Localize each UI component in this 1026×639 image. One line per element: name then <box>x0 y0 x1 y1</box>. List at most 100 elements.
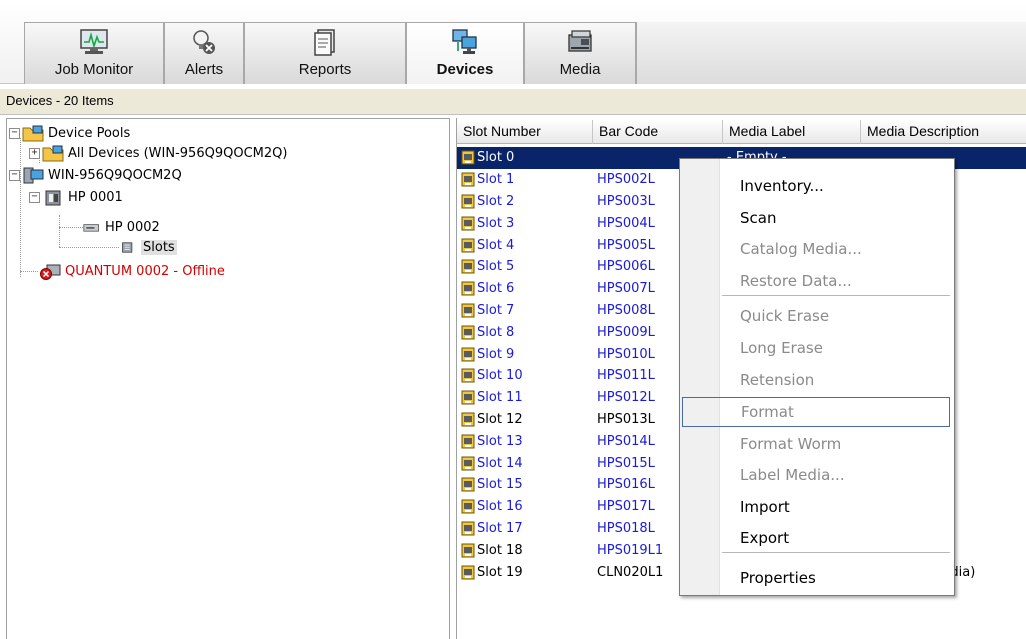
menu-item-inventory[interactable]: Inventory... <box>720 171 952 201</box>
slot-number-text: Slot 7 <box>477 303 515 318</box>
menu-item-format[interactable]: Format <box>682 397 950 427</box>
column-header-media-label[interactable]: Media Label <box>723 120 861 144</box>
expand-toggle[interactable]: + <box>29 147 40 159</box>
slot-number-cell: Slot 0 <box>457 147 593 169</box>
tape-slot-icon <box>461 347 475 362</box>
tree-node-quantum-offline[interactable]: QUANTUM 0002 - Offline <box>39 261 225 281</box>
menu-item-quick-erase[interactable]: Quick Erase <box>720 301 952 331</box>
tab-label: Job Monitor <box>54 61 134 78</box>
tape-slot-icon <box>461 172 475 187</box>
slot-number-text: Slot 0 <box>477 150 515 166</box>
slot-number-cell: Slot 10 <box>457 365 593 387</box>
tab-media[interactable]: Media <box>524 22 636 84</box>
tab-alerts[interactable]: Alerts <box>164 22 244 84</box>
tab-label: Reports <box>298 61 352 78</box>
tab-devices[interactable]: Devices <box>406 22 524 84</box>
tape-slot-icon <box>461 390 475 405</box>
column-header-media-description[interactable]: Media Description <box>861 120 1026 144</box>
slot-number-cell: Slot 9 <box>457 343 593 365</box>
tape-slot-icon <box>461 368 475 383</box>
slot-number-text: Slot 2 <box>477 194 515 209</box>
collapse-toggle[interactable]: − <box>29 191 40 203</box>
tree-node-server[interactable]: − WIN-956Q9QOCM2Q <box>9 165 182 185</box>
tape-slot-icon <box>461 543 475 558</box>
tape-slot-icon <box>461 499 475 514</box>
tape-slot-icon <box>461 150 475 165</box>
collapse-toggle[interactable]: − <box>9 127 20 139</box>
tape-slot-icon <box>461 194 475 209</box>
tree-connector <box>59 227 83 228</box>
menu-item-properties[interactable]: Properties <box>720 563 952 593</box>
library-icon <box>45 190 61 205</box>
slot-number-text: Slot 3 <box>477 215 515 231</box>
tab-job-monitor[interactable]: Job Monitor <box>24 22 164 84</box>
tape-drive-icon <box>83 223 99 232</box>
slot-number-cell: Slot 1 <box>457 169 593 191</box>
slot-number-cell: Slot 15 <box>457 474 593 496</box>
tree-node-label: WIN-956Q9QOCM2Q <box>48 167 182 183</box>
tree-node-label: HP 0001 <box>68 189 123 205</box>
slot-number-text: Slot 10 <box>477 368 523 384</box>
tree-connector <box>59 247 119 248</box>
slot-number-cell: Slot 12 <box>457 409 593 431</box>
tree-node-all-devices[interactable]: + All Devices (WIN-956Q9QOCM2Q) <box>29 143 287 163</box>
collapse-toggle[interactable]: − <box>9 169 20 181</box>
tape-slot-icon <box>461 216 475 231</box>
menu-separator <box>722 552 950 553</box>
slot-number-cell: Slot 11 <box>457 387 593 409</box>
menu-item-retension[interactable]: Retension <box>720 365 952 395</box>
tree-node-hp-0002[interactable]: HP 0002 <box>83 217 160 237</box>
slots-icon <box>122 241 133 253</box>
tree-connector <box>20 271 38 272</box>
device-tree[interactable]: − Device Pools + All Devices (WIN-956Q9Q… <box>6 118 450 639</box>
folder-icon <box>42 145 64 161</box>
slot-number-cell: Slot 13 <box>457 430 593 452</box>
grid-header: Slot Number Bar Code Media Label Media D… <box>457 120 1026 144</box>
slot-number-text: Slot 18 <box>477 542 523 558</box>
main-toolbar: Job Monitor Alerts Reports Devices Media <box>0 0 1026 84</box>
slot-number-text: Slot 6 <box>477 281 515 297</box>
slot-number-cell: Slot 5 <box>457 256 593 278</box>
toolbar-filler <box>636 22 1026 84</box>
tape-slot-icon <box>461 412 475 427</box>
tape-slot-icon <box>461 259 475 274</box>
slot-number-cell: Slot 19 <box>457 561 593 583</box>
menu-item-catalog-media[interactable]: Catalog Media... <box>720 234 952 264</box>
tree-node-hp-0001[interactable]: − HP 0001 <box>29 187 123 207</box>
menu-item-restore-data[interactable]: Restore Data... <box>720 266 952 296</box>
server-icon <box>23 167 44 183</box>
slot-number-cell: Slot 14 <box>457 452 593 474</box>
column-header-slot-number[interactable]: Slot Number <box>457 120 593 144</box>
slot-number-text: Slot 11 <box>477 390 523 406</box>
column-header-bar-code[interactable]: Bar Code <box>593 120 723 144</box>
menu-item-format-worm[interactable]: Format Worm <box>720 429 952 459</box>
tree-node-device-pools[interactable]: − Device Pools <box>9 123 130 143</box>
folder-icon <box>22 125 44 141</box>
slot-number-text: Slot 9 <box>477 346 515 362</box>
slot-number-text: Slot 16 <box>477 499 523 515</box>
tree-node-slots[interactable]: Slots <box>121 237 177 257</box>
menu-item-export[interactable]: Export <box>720 523 952 553</box>
menu-item-import[interactable]: Import <box>720 492 952 522</box>
tree-connector <box>59 215 60 247</box>
tape-slot-icon <box>461 456 475 471</box>
menu-item-label-media[interactable]: Label Media... <box>720 460 952 490</box>
items-count-label: Devices - 20 Items <box>0 89 1026 115</box>
tape-slot-icon <box>461 281 475 296</box>
menu-icon-strip <box>680 159 720 595</box>
alerts-icon <box>193 30 215 54</box>
menu-item-long-erase[interactable]: Long Erase <box>720 333 952 363</box>
tree-connector <box>20 181 21 277</box>
tape-slot-icon <box>461 238 475 253</box>
slot-number-cell: Slot 8 <box>457 321 593 343</box>
tab-reports[interactable]: Reports <box>244 22 406 84</box>
tab-label: Media <box>559 61 601 78</box>
slot-number-text: Slot 12 <box>477 412 523 427</box>
menu-item-scan[interactable]: Scan <box>720 203 952 233</box>
context-menu: Inventory... Scan Catalog Media... Restore … <box>679 158 955 596</box>
slot-number-text: Slot 15 <box>477 477 523 493</box>
tree-node-label: Slots <box>141 239 177 255</box>
devices-icon <box>452 29 477 54</box>
tree-node-label: All Devices (WIN-956Q9QOCM2Q) <box>68 145 288 161</box>
media-icon <box>568 30 592 52</box>
